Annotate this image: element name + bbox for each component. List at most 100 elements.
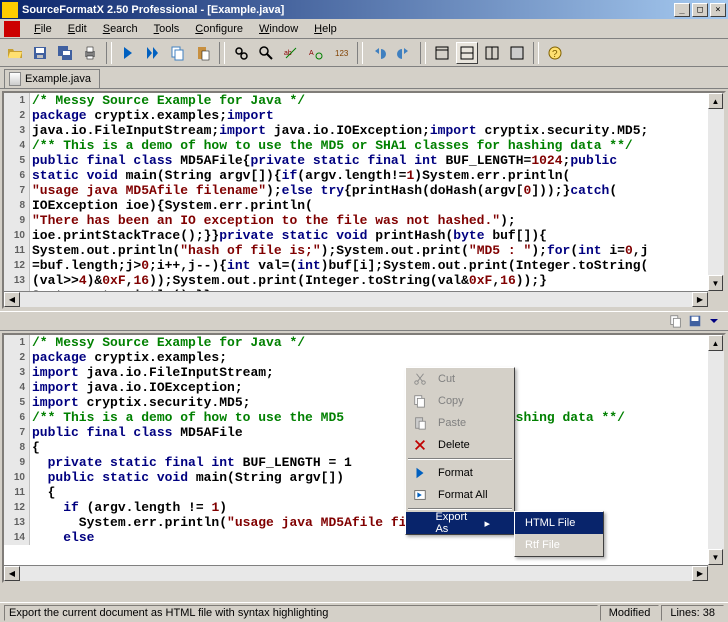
code-line[interactable]: 5public final class MD5AFile{private sta… xyxy=(4,153,724,168)
horizontal-scrollbar[interactable]: ◀▶ xyxy=(4,291,708,307)
code-text[interactable]: IOException ioe){System.err.println( xyxy=(30,198,313,213)
goto-button[interactable]: 123 xyxy=(330,42,352,64)
code-text[interactable]: import java.io.FileInputStream; xyxy=(30,365,274,380)
save-all-button[interactable] xyxy=(54,42,76,64)
code-line[interactable]: 3java.io.FileInputStream;import java.io.… xyxy=(4,123,724,138)
code-line[interactable]: 12 if (argv.length != 1) xyxy=(4,500,724,515)
menu-edit[interactable]: Edit xyxy=(60,21,95,37)
menu-search[interactable]: Search xyxy=(95,21,146,37)
code-line[interactable]: 7public final class MD5AFile xyxy=(4,425,724,440)
minimize-button[interactable]: _ xyxy=(674,3,690,17)
code-text[interactable]: "There has been an IO exception to the f… xyxy=(30,213,516,228)
code-text[interactable]: package cryptix.examples; xyxy=(30,350,227,365)
code-text[interactable]: static void main(String argv[]){if(argv.… xyxy=(30,168,570,183)
help-button[interactable]: ? xyxy=(544,42,566,64)
menu-tools[interactable]: Tools xyxy=(146,21,188,37)
code-line[interactable]: 10ioe.printStackTrace();}}private static… xyxy=(4,228,724,243)
context-menu-item[interactable]: Format xyxy=(406,462,514,484)
code-line[interactable]: 11System.out.println("hash of file is;")… xyxy=(4,243,724,258)
paste-button[interactable] xyxy=(192,42,214,64)
code-text[interactable]: System.out.println("hash of file is;");S… xyxy=(30,243,648,258)
replace-button[interactable]: ab xyxy=(280,42,302,64)
code-text[interactable]: /* Messy Source Example for Java */ xyxy=(30,93,305,108)
code-line[interactable]: 11 { xyxy=(4,485,724,500)
view2-button[interactable] xyxy=(456,42,478,64)
find-next-button[interactable] xyxy=(255,42,277,64)
scroll-left-icon[interactable]: ◀ xyxy=(4,292,20,307)
code-text[interactable]: public final class MD5AFile{private stat… xyxy=(30,153,617,168)
code-line[interactable]: 14 else xyxy=(4,530,724,545)
context-menu-item[interactable]: Rtf File xyxy=(515,534,603,556)
find-in-files-button[interactable]: A xyxy=(305,42,327,64)
code-text[interactable]: public final class MD5AFile xyxy=(30,425,243,440)
scroll-left-icon[interactable]: ◀ xyxy=(4,566,20,581)
code-line[interactable]: 6/** This is a demo of how to use the MD… xyxy=(4,410,724,425)
code-line[interactable]: 9 private static final int BUF_LENGTH = … xyxy=(4,455,724,470)
code-text[interactable]: "usage java MD5Afile filename");else try… xyxy=(30,183,617,198)
code-text[interactable]: { xyxy=(30,440,40,455)
context-menu-item[interactable]: HTML File xyxy=(515,512,603,534)
code-text[interactable]: else xyxy=(30,530,94,545)
code-text[interactable]: if (argv.length != 1) xyxy=(30,500,227,515)
code-line[interactable]: 4/** This is a demo of how to use the MD… xyxy=(4,138,724,153)
vertical-scrollbar[interactable]: ▲▼ xyxy=(708,93,724,291)
tab-example[interactable]: Example.java xyxy=(4,69,100,88)
code-line[interactable]: 7"usage java MD5Afile filename");else tr… xyxy=(4,183,724,198)
scroll-up-icon[interactable]: ▲ xyxy=(708,93,723,109)
close-button[interactable]: × xyxy=(710,3,726,17)
run-button[interactable] xyxy=(117,42,139,64)
undo-button[interactable] xyxy=(368,42,390,64)
editor-pane-bottom[interactable]: 1/* Messy Source Example for Java */2pac… xyxy=(2,333,726,583)
print-button[interactable] xyxy=(79,42,101,64)
code-text[interactable]: /** This is a demo of how to use the MD5… xyxy=(30,138,633,153)
code-line[interactable]: 4import java.io.IOException; xyxy=(4,380,724,395)
code-text[interactable]: public static void main(String argv[]) xyxy=(30,470,344,485)
vertical-scrollbar[interactable]: ▲▼ xyxy=(708,335,724,565)
code-line[interactable]: 10 public static void main(String argv[]… xyxy=(4,470,724,485)
view4-button[interactable] xyxy=(506,42,528,64)
code-line[interactable]: 6static void main(String argv[]){if(argv… xyxy=(4,168,724,183)
code-text[interactable]: ioe.printStackTrace();}}private static v… xyxy=(30,228,547,243)
scroll-down-icon[interactable]: ▼ xyxy=(708,275,723,291)
open-button[interactable] xyxy=(4,42,26,64)
menu-file[interactable]: File xyxy=(26,21,60,37)
code-text[interactable]: import java.io.IOException; xyxy=(30,380,243,395)
code-line[interactable]: 3import java.io.FileInputStream; xyxy=(4,365,724,380)
code-text[interactable]: =buf.length;j>0;i++,j--){int val=(int)bu… xyxy=(30,258,648,273)
context-menu-item[interactable]: Format All xyxy=(406,484,514,506)
code-text[interactable]: package cryptix.examples;import xyxy=(30,108,274,123)
code-line[interactable]: 13(val>>4)&0xF,16));System.out.print(Int… xyxy=(4,273,724,288)
code-line[interactable]: 12=buf.length;j>0;i++,j--){int val=(int)… xyxy=(4,258,724,273)
context-menu[interactable]: CutCopyPasteDeleteFormatFormat AllExport… xyxy=(405,367,515,535)
code-text[interactable]: java.io.FileInputStream;import java.io.I… xyxy=(30,123,648,138)
code-text[interactable]: /* Messy Source Example for Java */ xyxy=(30,335,305,350)
menu-configure[interactable]: Configure xyxy=(187,21,251,37)
code-line[interactable]: 8IOException ioe){System.err.println( xyxy=(4,198,724,213)
code-line[interactable]: 9"There has been an IO exception to the … xyxy=(4,213,724,228)
splitter-bar[interactable] xyxy=(0,311,728,331)
run-all-button[interactable] xyxy=(142,42,164,64)
code-text[interactable]: private static final int BUF_LENGTH = 1 xyxy=(30,455,352,470)
code-line[interactable]: 1/* Messy Source Example for Java */ xyxy=(4,93,724,108)
code-line[interactable]: 8{ xyxy=(4,440,724,455)
redo-button[interactable] xyxy=(393,42,415,64)
code-line[interactable]: 2package cryptix.examples;import xyxy=(4,108,724,123)
code-text[interactable]: (val>>4)&0xF,16));System.out.print(Integ… xyxy=(30,273,547,288)
scroll-right-icon[interactable]: ▶ xyxy=(692,566,708,581)
dropdown-icon[interactable] xyxy=(706,313,722,329)
editor-pane-top[interactable]: 1/* Messy Source Example for Java */2pac… xyxy=(2,91,726,309)
context-submenu[interactable]: HTML FileRtf File xyxy=(514,511,604,557)
menu-help[interactable]: Help xyxy=(306,21,345,37)
code-line[interactable]: 2package cryptix.examples; xyxy=(4,350,724,365)
horizontal-scrollbar[interactable]: ◀▶ xyxy=(4,565,708,581)
code-text[interactable]: import cryptix.security.MD5; xyxy=(30,395,250,410)
maximize-button[interactable]: □ xyxy=(692,3,708,17)
find-button[interactable] xyxy=(230,42,252,64)
code-line[interactable]: 1/* Messy Source Example for Java */ xyxy=(4,335,724,350)
code-text[interactable]: /** This is a demo of how to use the MD5… xyxy=(30,410,625,425)
scroll-right-icon[interactable]: ▶ xyxy=(692,292,708,307)
save-result-icon[interactable] xyxy=(687,313,703,329)
context-menu-item[interactable]: Delete xyxy=(406,434,514,456)
code-text[interactable]: { xyxy=(30,485,55,500)
copy-result-icon[interactable] xyxy=(668,313,684,329)
